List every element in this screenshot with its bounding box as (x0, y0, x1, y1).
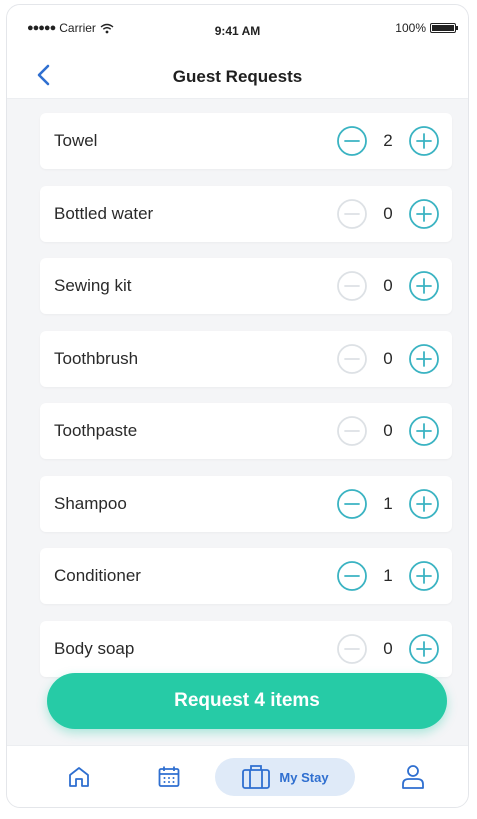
profile-icon (402, 765, 424, 789)
item-label: Shampoo (54, 493, 127, 513)
quantity-value: 0 (383, 276, 393, 295)
quantity-stepper: 0 (336, 196, 440, 232)
increment-button[interactable] (408, 488, 440, 520)
item-label: Toothbrush (54, 348, 139, 368)
item-label: Body soap (54, 638, 135, 658)
decrement-button[interactable] (336, 198, 368, 230)
increment-button[interactable] (408, 633, 440, 665)
increment-button[interactable] (408, 125, 440, 157)
list-item: Sewing kit 0 (40, 258, 452, 314)
tab-bar: My Stay (7, 745, 468, 807)
list-item: Toothbrush 0 (40, 330, 452, 387)
decrement-button[interactable] (336, 270, 368, 302)
status-right: 100% (395, 21, 458, 35)
decrement-button[interactable] (336, 488, 368, 520)
increment-button[interactable] (408, 343, 440, 375)
battery-percent: 100% (395, 21, 426, 35)
quantity-stepper: 0 (336, 268, 440, 304)
quantity-stepper: 1 (336, 486, 440, 522)
list-item: Body soap 0 (40, 620, 452, 677)
quantity-value: 1 (383, 493, 393, 513)
tab-home[interactable] (61, 758, 97, 796)
quantity-value: 1 (383, 566, 393, 585)
calendar-icon (158, 766, 180, 787)
decrement-button[interactable] (336, 633, 368, 665)
quantity-value: 0 (383, 203, 393, 223)
tab-my-stay-label: My Stay (279, 769, 329, 785)
quantity-stepper: 1 (336, 558, 440, 594)
increment-button[interactable] (408, 270, 440, 302)
tab-calendar[interactable] (151, 758, 187, 796)
tab-profile[interactable] (395, 758, 431, 796)
battery-fill (432, 25, 454, 31)
decrement-button[interactable] (336, 125, 368, 157)
phone-frame: ●●●●● Carrier 9:41 AM 100% Guest Request… (6, 4, 469, 808)
list-item: Toothpaste 0 (40, 403, 452, 459)
item-label: Bottled water (54, 203, 154, 223)
quantity-value: 2 (383, 131, 393, 150)
list-item: Shampoo 1 (40, 475, 452, 532)
suitcase-icon (242, 765, 271, 789)
quantity-stepper: 0 (336, 341, 440, 377)
decrement-button[interactable] (336, 560, 368, 592)
quantity-stepper: 2 (336, 123, 440, 159)
quantity-value: 0 (383, 421, 393, 440)
quantity-value: 0 (383, 638, 393, 658)
item-label: Sewing kit (54, 276, 132, 295)
request-items-button[interactable]: Request 4 items (47, 673, 447, 729)
item-label: Toothpaste (54, 421, 138, 440)
page-title: Guest Requests (172, 67, 303, 86)
quantity-stepper: 0 (336, 413, 440, 449)
quantity-value: 0 (383, 348, 393, 368)
navigation-bar: Guest Requests (7, 49, 468, 99)
increment-button[interactable] (408, 198, 440, 230)
battery-icon (430, 23, 458, 33)
increment-button[interactable] (408, 560, 440, 592)
item-label: Towel (54, 131, 98, 150)
request-item-list: Towel 2 Bottled water 0 Sewing kit 0 Toothbrus… (40, 113, 452, 693)
tab-my-stay[interactable]: My Stay (215, 758, 355, 796)
decrement-button[interactable] (336, 343, 368, 375)
item-label: Conditioner (54, 566, 141, 585)
list-item: Towel 2 (40, 113, 452, 169)
increment-button[interactable] (408, 415, 440, 447)
list-item: Bottled water 0 (40, 185, 452, 242)
home-icon (69, 767, 89, 787)
quantity-stepper: 0 (336, 631, 440, 667)
list-item: Conditioner 1 (40, 548, 452, 604)
decrement-button[interactable] (336, 415, 368, 447)
status-bar: ●●●●● Carrier 9:41 AM 100% (7, 5, 468, 49)
